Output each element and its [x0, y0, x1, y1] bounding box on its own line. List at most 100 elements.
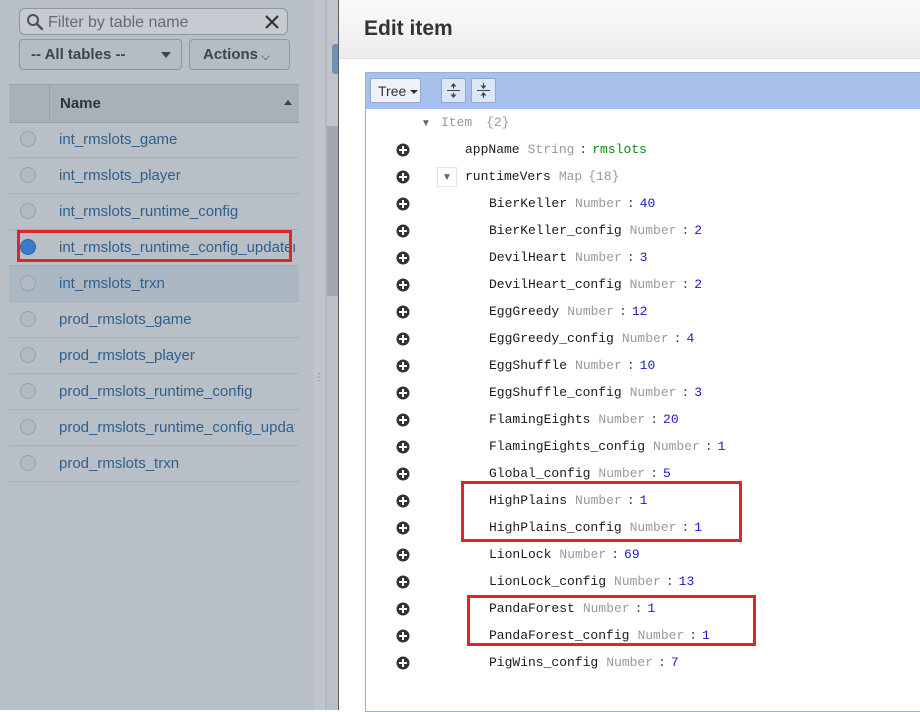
add-field-icon[interactable] — [396, 575, 410, 589]
field-value[interactable]: 12 — [632, 304, 648, 319]
tables-dropdown[interactable]: -- All tables -- — [19, 39, 182, 70]
field-key[interactable]: LionLock_config — [489, 574, 606, 589]
add-field-icon[interactable] — [396, 197, 410, 211]
field-value[interactable]: 2 — [694, 277, 702, 292]
table-name-link[interactable]: prod_rmslots_game — [59, 311, 295, 328]
add-field-icon[interactable] — [396, 359, 410, 373]
table-row[interactable]: int_rmslots_trxn — [9, 266, 299, 302]
table-radio[interactable] — [20, 311, 36, 327]
field-key[interactable]: PigWins_config — [489, 655, 598, 670]
add-field-icon[interactable] — [396, 170, 410, 184]
table-radio[interactable] — [20, 347, 36, 363]
add-field-icon[interactable] — [396, 521, 410, 535]
table-name-link[interactable]: int_rmslots_trxn — [59, 275, 295, 292]
field-value[interactable]: 7 — [671, 655, 679, 670]
table-radio[interactable] — [20, 383, 36, 399]
table-radio[interactable] — [20, 419, 36, 435]
field-key[interactable]: runtimeVers — [465, 169, 551, 184]
add-field-icon[interactable] — [396, 386, 410, 400]
name-column-header[interactable]: Name — [60, 95, 101, 112]
field-key[interactable]: EggShuffle_config — [489, 385, 622, 400]
add-field-icon[interactable] — [396, 224, 410, 238]
table-row[interactable]: int_rmslots_player — [9, 158, 299, 194]
field-key[interactable]: FlamingEights_config — [489, 439, 645, 454]
field-value[interactable]: 4 — [686, 331, 694, 346]
mode-dropdown[interactable]: Tree — [370, 78, 421, 103]
mode-label: Tree — [378, 83, 407, 99]
root-label: Item — [441, 115, 473, 130]
table-name-link[interactable]: prod_rmslots_trxn — [59, 455, 295, 472]
field-key[interactable]: LionLock — [489, 547, 551, 562]
collapse-toggle-icon[interactable]: ▼ — [421, 118, 431, 129]
field-key[interactable]: FlamingEights — [489, 412, 590, 427]
collapse-all-button[interactable] — [471, 78, 496, 103]
table-header: Name — [9, 84, 299, 123]
table-radio[interactable] — [20, 167, 36, 183]
table-row[interactable]: prod_rmslots_player — [9, 338, 299, 374]
field-value[interactable]: 13 — [679, 574, 695, 589]
field-value[interactable]: 3 — [694, 385, 702, 400]
actions-button[interactable]: Actions ⌵ — [189, 39, 290, 70]
table-row[interactable]: int_rmslots_game — [9, 122, 299, 158]
table-row[interactable]: int_rmslots_runtime_config — [9, 194, 299, 230]
field-key[interactable]: DevilHeart_config — [489, 277, 622, 292]
add-field-icon[interactable] — [396, 440, 410, 454]
field-key[interactable]: EggGreedy — [489, 304, 559, 319]
add-field-icon[interactable] — [396, 332, 410, 346]
table-name-link[interactable]: prod_rmslots_runtime_config_updater — [59, 419, 295, 436]
field-value[interactable]: 3 — [640, 250, 648, 265]
table-radio[interactable] — [20, 131, 36, 147]
background-panel-edge — [327, 296, 338, 710]
table-name-link[interactable]: int_rmslots_game — [59, 131, 295, 148]
table-radio[interactable] — [20, 275, 36, 291]
add-field-icon[interactable] — [396, 467, 410, 481]
field-type: Number — [575, 196, 622, 211]
field-key[interactable]: DevilHeart — [489, 250, 567, 265]
field-value[interactable]: rmslots — [592, 142, 647, 157]
add-field-icon[interactable] — [396, 602, 410, 616]
table-radio[interactable] — [20, 455, 36, 471]
field-value[interactable]: 20 — [663, 412, 679, 427]
table-name-link[interactable]: prod_rmslots_runtime_config — [59, 383, 295, 400]
collapse-toggle-icon[interactable]: ▼ — [437, 167, 457, 187]
field-key[interactable]: appName — [465, 142, 520, 157]
table-row[interactable]: prod_rmslots_runtime_config — [9, 374, 299, 410]
add-field-icon[interactable] — [396, 548, 410, 562]
pane-splitter[interactable]: ⋮ — [314, 0, 338, 710]
table-name-link[interactable]: prod_rmslots_player — [59, 347, 295, 364]
field-key[interactable]: BierKeller_config — [489, 223, 622, 238]
expand-all-button[interactable] — [441, 78, 466, 103]
field-value[interactable]: 1 — [718, 439, 726, 454]
table-name-link[interactable]: int_rmslots_player — [59, 167, 295, 184]
filter-input[interactable] — [46, 12, 270, 34]
sort-asc-icon[interactable] — [284, 100, 292, 105]
add-field-icon[interactable] — [396, 413, 410, 427]
drag-grip-icon[interactable]: ⋮ — [314, 373, 324, 383]
add-field-icon[interactable] — [396, 656, 410, 670]
add-field-icon[interactable] — [396, 143, 410, 157]
field-key[interactable]: Global_config — [489, 466, 590, 481]
field-key[interactable]: EggGreedy_config — [489, 331, 614, 346]
tree-row-entry: DevilHeart_config Number:2 — [366, 272, 920, 299]
add-field-icon[interactable] — [396, 629, 410, 643]
table-row[interactable]: prod_rmslots_trxn — [9, 446, 299, 482]
add-field-icon[interactable] — [396, 278, 410, 292]
field-value[interactable]: 2 — [694, 223, 702, 238]
add-field-icon[interactable] — [396, 251, 410, 265]
field-value[interactable]: 10 — [640, 358, 656, 373]
field-key[interactable]: EggShuffle — [489, 358, 567, 373]
field-type: Number — [598, 466, 646, 481]
add-field-icon[interactable] — [396, 305, 410, 319]
table-row[interactable]: prod_rmslots_game — [9, 302, 299, 338]
field-value[interactable]: 69 — [624, 547, 640, 562]
tree-row-runtimeVers: ▼ runtimeVers Map {18} — [366, 164, 920, 191]
table-name-link[interactable]: int_rmslots_runtime_config — [59, 203, 295, 220]
table-row[interactable]: prod_rmslots_runtime_config_updater — [9, 410, 299, 446]
add-field-icon[interactable] — [396, 494, 410, 508]
field-key[interactable]: BierKeller — [489, 196, 567, 211]
field-separator: : — [650, 412, 659, 427]
field-value[interactable]: 5 — [663, 466, 671, 481]
clear-icon[interactable] — [263, 13, 281, 31]
table-radio[interactable] — [20, 203, 36, 219]
field-value[interactable]: 40 — [640, 196, 656, 211]
